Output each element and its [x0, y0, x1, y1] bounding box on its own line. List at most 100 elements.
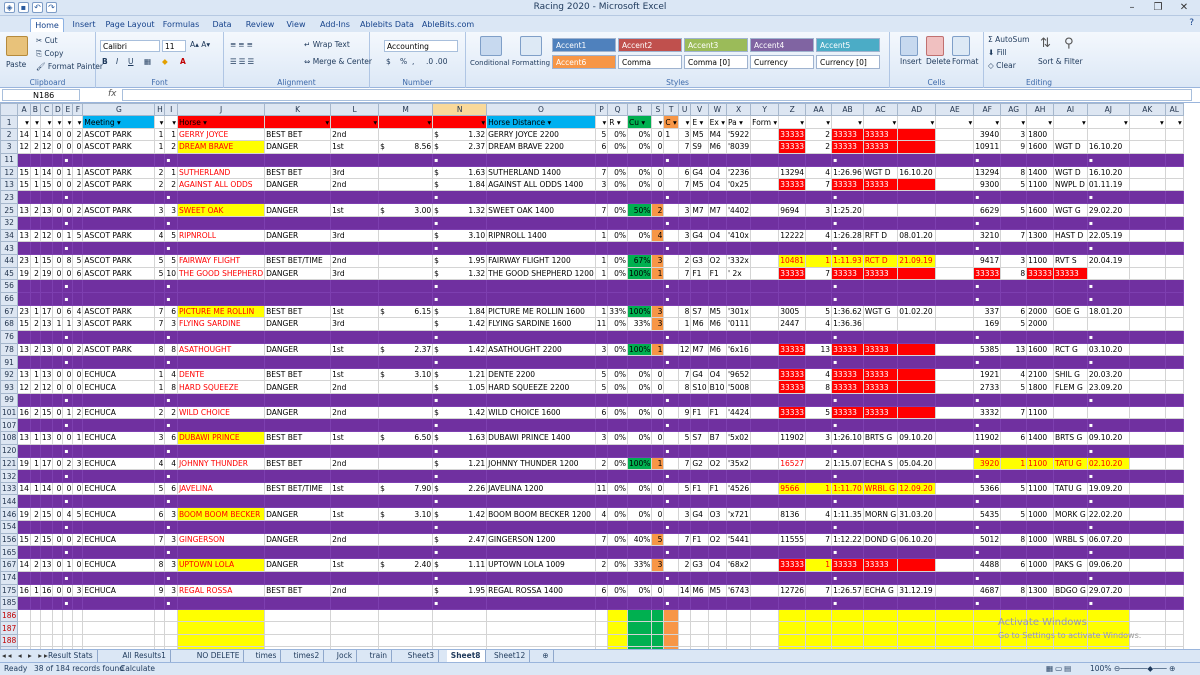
cell-b[interactable]: 2 [29, 507, 41, 521]
separator-cell[interactable]: ▪ [432, 494, 488, 509]
cell-w[interactable]: S10 [690, 380, 709, 394]
cell-ag[interactable] [973, 621, 1002, 635]
separator-cell[interactable] [52, 291, 64, 306]
cell-b[interactable]: 1 [29, 583, 41, 598]
separator-cell[interactable] [707, 355, 728, 370]
cell-ak[interactable]: 20.03.20 [1086, 368, 1130, 382]
cell-b[interactable]: 1 [29, 165, 41, 179]
cell-empty[interactable] [935, 304, 975, 319]
cell-ab[interactable]: 7 [805, 583, 833, 598]
cell-v[interactable]: 7 [677, 140, 692, 154]
column-header[interactable]: E [62, 103, 74, 117]
separator-cell[interactable]: ▪ [432, 443, 488, 458]
column-header[interactable]: I [164, 103, 178, 117]
cell-r[interactable]: 0% [607, 558, 628, 572]
cell-ab[interactable]: 2 [805, 140, 833, 154]
cell-r[interactable]: 0% [607, 380, 628, 394]
cell-dist[interactable] [486, 621, 596, 635]
cell-dist[interactable]: HARD SQUEEZE 2200 [486, 380, 596, 394]
separator-cell[interactable] [176, 392, 266, 407]
filter-header-cell[interactable]: ▾ [1128, 115, 1166, 129]
separator-cell[interactable] [82, 152, 156, 167]
separator-cell[interactable] [1000, 355, 1028, 370]
border-icon[interactable]: ▦ [144, 57, 151, 66]
cell-meeting[interactable] [82, 621, 156, 635]
row-header[interactable]: 76 [0, 329, 19, 344]
separator-cell[interactable]: ▪ [663, 469, 679, 484]
filter-header-cell[interactable]: ▾ [1000, 115, 1028, 129]
cell-aj[interactable]: FLEM G [1052, 380, 1088, 394]
cell-v[interactable]: 6 [677, 165, 692, 179]
separator-cell[interactable] [17, 494, 31, 509]
cell-ab[interactable] [805, 633, 833, 648]
cell-ae[interactable] [897, 140, 937, 154]
style-accent1[interactable]: Accent1 [552, 38, 616, 52]
separator-cell[interactable] [1164, 190, 1184, 205]
separator-cell[interactable] [805, 355, 833, 370]
filter-header-cell[interactable]: Form ▾ [750, 115, 780, 129]
cell-r[interactable]: 0% [607, 368, 628, 382]
cell-a[interactable]: 15 [17, 317, 31, 331]
cell-d[interactable]: 0 [52, 482, 64, 496]
separator-cell[interactable]: ▪ [164, 278, 178, 293]
cell-ag[interactable]: 5366 [973, 482, 1002, 496]
formula-input[interactable] [122, 89, 1192, 101]
separator-cell[interactable] [750, 469, 780, 484]
cell-ai[interactable]: 1000 [1026, 532, 1054, 547]
cell-n2[interactable]: $1.42 [432, 342, 488, 357]
cell-ad[interactable] [862, 608, 899, 623]
filter-header-cell[interactable]: ▾ [831, 115, 864, 129]
cell-ab[interactable]: 2 [805, 456, 833, 471]
cell-place[interactable]: 2nd [330, 127, 380, 142]
cell-horse[interactable]: JAVELINA [176, 482, 266, 496]
cell-meeting[interactable]: ASCOT PARK [82, 228, 156, 243]
separator-cell[interactable]: ▪ [432, 418, 488, 433]
cell-h[interactable]: 1 [154, 368, 166, 382]
separator-cell[interactable] [1128, 152, 1166, 167]
separator-cell[interactable]: ▪ [432, 595, 488, 610]
separator-cell[interactable] [72, 355, 84, 370]
row-header[interactable]: 11 [0, 152, 19, 167]
separator-cell[interactable] [1128, 392, 1166, 407]
cell-dist[interactable]: SWEET OAK 1400 [486, 203, 596, 217]
paste-icon[interactable] [6, 36, 28, 56]
cell-q[interactable]: 6 [594, 583, 609, 598]
cell-v[interactable]: 3 [677, 127, 692, 142]
separator-cell[interactable] [1026, 418, 1054, 433]
delete-cells-button[interactable]: Delete [926, 57, 951, 66]
separator-cell[interactable]: ▪ [831, 418, 864, 433]
cell-place[interactable] [330, 621, 380, 635]
cell-c[interactable]: 13 [39, 368, 54, 382]
row-header[interactable]: 188 [0, 633, 19, 648]
separator-cell[interactable]: ▪ [663, 494, 679, 509]
cell-ak[interactable] [1086, 405, 1130, 420]
row-header[interactable]: 120 [0, 443, 19, 458]
separator-cell[interactable] [378, 469, 434, 484]
cell-q[interactable]: 1 [594, 304, 609, 319]
cell-w[interactable]: F1 [690, 266, 709, 280]
cell-meeting[interactable]: ECHUCA [82, 380, 156, 394]
sheet-tab[interactable]: Sheet12 [490, 650, 531, 662]
separator-cell[interactable]: ▪ [432, 469, 488, 484]
separator-cell[interactable]: ▪ [1086, 291, 1130, 306]
separator-cell[interactable] [626, 241, 653, 256]
cell-c[interactable]: 14 [39, 165, 54, 179]
cell-ah[interactable]: 9 [1000, 140, 1028, 154]
cell-u[interactable] [663, 228, 679, 243]
separator-cell[interactable] [176, 278, 266, 293]
separator-cell[interactable] [154, 494, 166, 509]
cell-ac[interactable]: 1:26.57 [831, 583, 864, 598]
cell-ae[interactable] [897, 177, 937, 192]
cell-ad[interactable]: ECHA S [862, 456, 899, 471]
separator-cell[interactable] [1026, 494, 1054, 509]
cell-h[interactable]: 8 [154, 558, 166, 572]
column-header[interactable]: A [17, 103, 31, 117]
cell-d[interactable]: 0 [52, 266, 64, 280]
cell-t[interactable] [651, 621, 665, 635]
separator-cell[interactable] [778, 355, 807, 370]
separator-cell[interactable] [1000, 190, 1028, 205]
separator-cell[interactable]: ▪ [62, 278, 74, 293]
separator-cell[interactable]: ▪ [1086, 418, 1130, 433]
tab-ablebits-com[interactable]: AbleBits.com [420, 18, 476, 32]
grow-font-icon[interactable]: A▴ A▾ [190, 40, 210, 49]
